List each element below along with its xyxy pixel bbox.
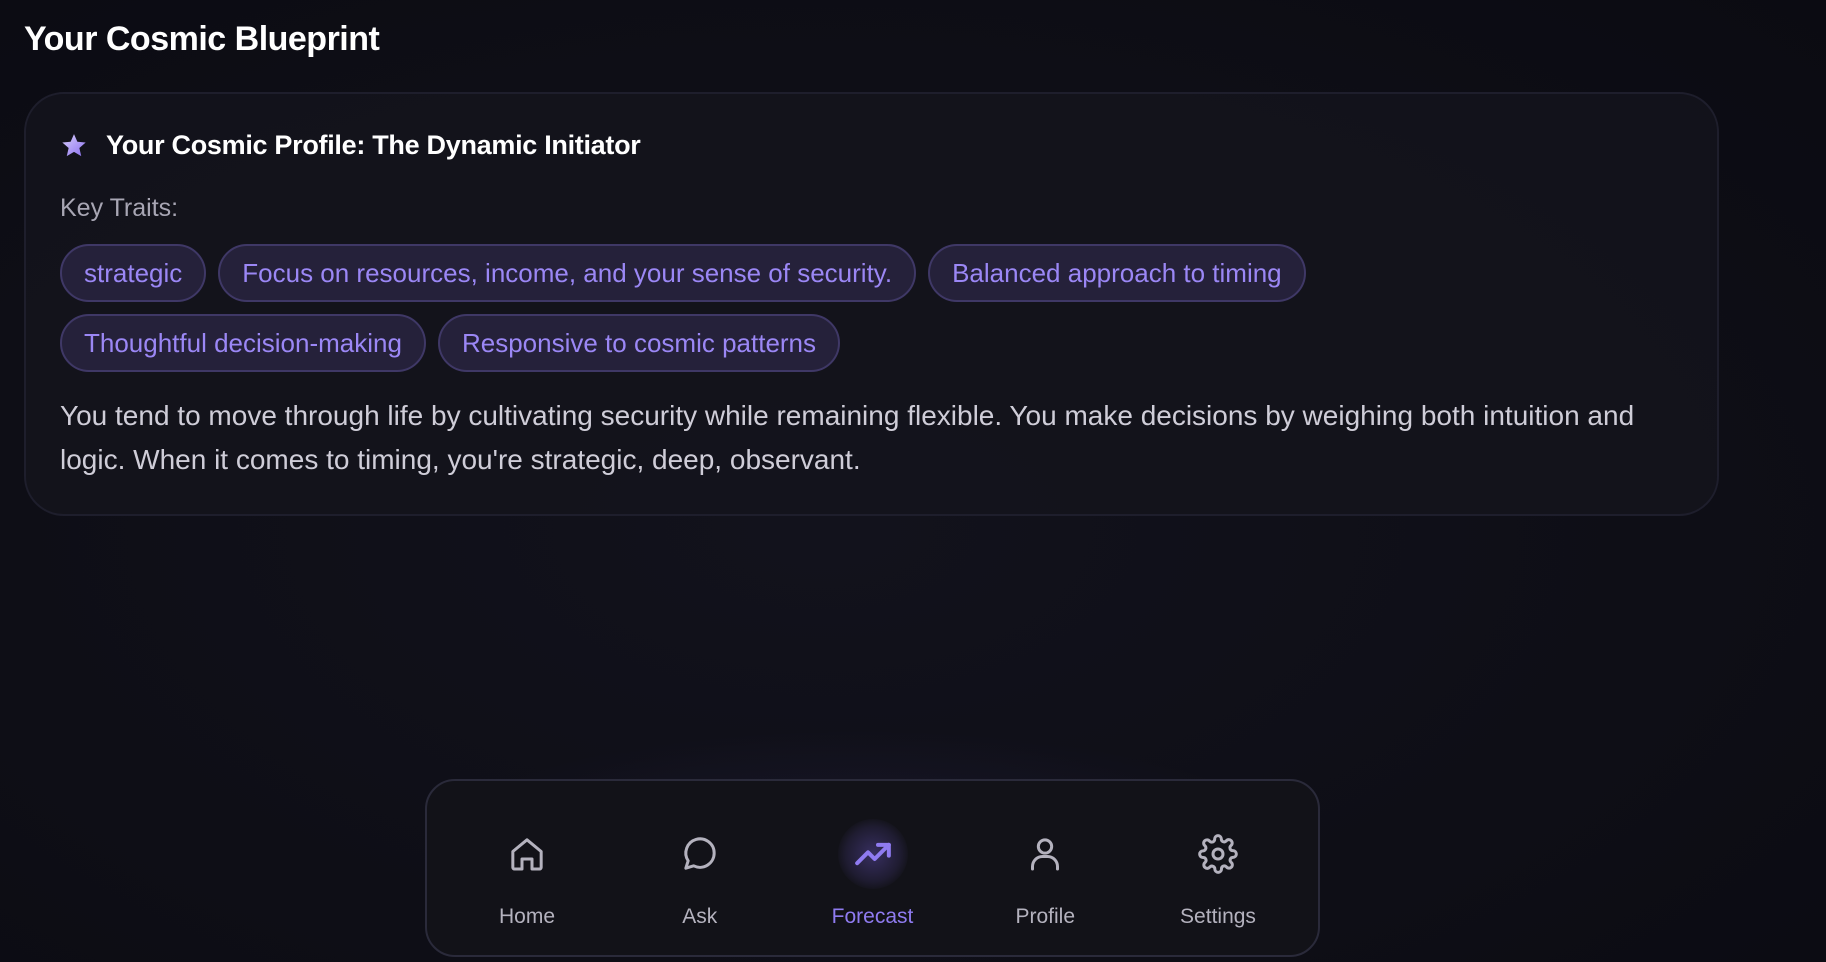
chat-bubble-icon bbox=[684, 837, 716, 870]
profile-description: You tend to move through life by cultiva… bbox=[60, 400, 1635, 475]
trait-pill: Focus on resources, income, and your sen… bbox=[218, 244, 917, 302]
nav-label-settings: Settings bbox=[1180, 905, 1256, 928]
cosmic-profile-card: Your Cosmic Profile: The Dynamic Initiat… bbox=[24, 92, 1719, 516]
nav-label-forecast: Forecast bbox=[831, 905, 914, 928]
star-icon bbox=[62, 133, 86, 156]
nav-item-ask[interactable]: Ask bbox=[640, 781, 760, 959]
page-title: Your Cosmic Blueprint bbox=[24, 20, 380, 58]
nav-label-ask: Ask bbox=[682, 905, 718, 928]
trending-up-icon bbox=[854, 842, 891, 866]
nav-icon-wrap bbox=[1010, 819, 1080, 889]
nav-label-home: Home bbox=[498, 905, 556, 928]
nav-label-profile: Profile bbox=[1015, 905, 1076, 928]
trait-pill: strategic bbox=[60, 244, 207, 302]
nav-icon-wrap bbox=[492, 819, 562, 889]
card-title: Your Cosmic Profile: The Dynamic Initiat… bbox=[106, 130, 641, 160]
gear-icon bbox=[1198, 834, 1238, 874]
trait-pill: Balanced approach to timing bbox=[928, 244, 1306, 302]
home-icon bbox=[511, 838, 543, 871]
nav-icon-wrap bbox=[665, 819, 735, 889]
bottom-nav: Home Ask Forecast Profile Settings bbox=[425, 779, 1320, 957]
key-traits-label: Key Traits: bbox=[60, 194, 179, 222]
nav-icon-wrap bbox=[837, 819, 908, 889]
nav-item-home[interactable]: Home bbox=[467, 781, 587, 959]
nav-item-profile[interactable]: Profile bbox=[985, 781, 1105, 959]
nav-item-settings[interactable]: Settings bbox=[1158, 781, 1278, 959]
trait-pill: Thoughtful decision-making bbox=[60, 314, 426, 372]
nav-item-forecast[interactable]: Forecast bbox=[813, 781, 933, 959]
trait-pill: Responsive to cosmic patterns bbox=[437, 314, 841, 372]
card-header: Your Cosmic Profile: The Dynamic Initiat… bbox=[60, 130, 641, 161]
nav-icon-wrap bbox=[1183, 819, 1253, 889]
trait-list: strategic Focus on resources, income, an… bbox=[60, 244, 1660, 372]
user-icon bbox=[1031, 838, 1060, 871]
